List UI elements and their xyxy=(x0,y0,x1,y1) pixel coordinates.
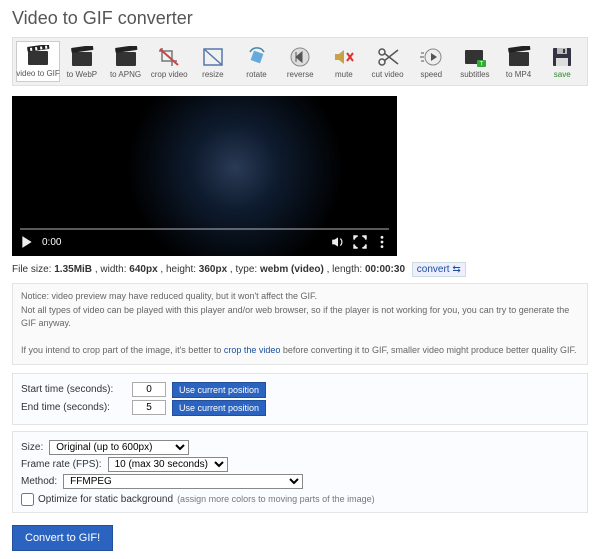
rotate-icon xyxy=(243,46,271,68)
options-panel: Size: Original (up to 600px) Frame rate … xyxy=(12,431,588,513)
tool-label: to WebP xyxy=(67,71,98,79)
svg-text:T: T xyxy=(480,62,484,68)
film-icon xyxy=(24,45,52,67)
reverse-icon xyxy=(286,46,314,68)
tool-crop-video[interactable]: crop video xyxy=(147,41,191,82)
notice-box: Notice: video preview may have reduced q… xyxy=(12,283,588,365)
speed-icon xyxy=(417,46,445,68)
tool-to-mp4[interactable]: to MP4 xyxy=(497,41,541,82)
start-time-input[interactable] xyxy=(132,382,166,397)
subtitles-icon: T xyxy=(461,46,489,68)
tool-to-apng[interactable]: to APNG xyxy=(104,41,148,82)
method-select[interactable]: FFMPEG xyxy=(63,474,303,489)
notice-line: If you intend to crop part of the image,… xyxy=(21,344,579,358)
scissors-icon xyxy=(374,46,402,68)
mute-icon xyxy=(330,46,358,68)
fps-label: Frame rate (FPS): xyxy=(21,459,102,470)
optimize-hint: (assign more colors to moving parts of t… xyxy=(177,494,375,504)
toolbar: video to GIF to WebP to APNG crop video … xyxy=(12,37,588,86)
tool-label: save xyxy=(554,71,571,79)
play-icon[interactable] xyxy=(20,235,34,249)
tool-mute[interactable]: mute xyxy=(322,41,366,82)
player-time: 0:00 xyxy=(42,237,61,248)
tool-resize[interactable]: resize xyxy=(191,41,235,82)
tool-to-webp[interactable]: to WebP xyxy=(60,41,104,82)
end-time-label: End time (seconds): xyxy=(21,402,126,413)
tool-label: reverse xyxy=(287,71,314,79)
more-icon[interactable] xyxy=(375,235,389,249)
tool-label: rotate xyxy=(246,71,266,79)
volume-icon[interactable] xyxy=(331,235,345,249)
end-time-input[interactable] xyxy=(132,400,166,415)
crop-link[interactable]: crop the video xyxy=(224,345,281,355)
tool-save[interactable]: save xyxy=(540,41,584,82)
tool-label: cut video xyxy=(372,71,404,79)
fullscreen-icon[interactable] xyxy=(353,235,367,249)
tool-video-to-gif[interactable]: video to GIF xyxy=(16,41,60,82)
tool-label: mute xyxy=(335,71,353,79)
clapper-icon xyxy=(68,46,96,68)
use-current-end-button[interactable]: Use current position xyxy=(172,400,266,416)
tool-subtitles[interactable]: T subtitles xyxy=(453,41,497,82)
video-player[interactable]: 0:00 xyxy=(12,96,397,256)
method-label: Method: xyxy=(21,476,57,487)
convert-inline-button[interactable]: convert xyxy=(412,262,466,277)
optimize-checkbox[interactable] xyxy=(21,493,34,506)
tool-label: crop video xyxy=(151,71,188,79)
fps-select[interactable]: 10 (max 30 seconds) xyxy=(108,457,228,472)
tool-reverse[interactable]: reverse xyxy=(278,41,322,82)
tool-label: to MP4 xyxy=(506,71,531,79)
file-info: File size: 1.35MiB , width: 640px , heig… xyxy=(12,262,588,277)
tool-cut-video[interactable]: cut video xyxy=(366,41,410,82)
clapper-icon xyxy=(505,46,533,68)
notice-line: Notice: video preview may have reduced q… xyxy=(21,290,579,304)
use-current-start-button[interactable]: Use current position xyxy=(172,382,266,398)
page-title: Video to GIF converter xyxy=(12,8,588,29)
tool-rotate[interactable]: rotate xyxy=(235,41,279,82)
tool-speed[interactable]: speed xyxy=(409,41,453,82)
size-select[interactable]: Original (up to 600px) xyxy=(49,440,189,455)
tool-label: to APNG xyxy=(110,71,141,79)
tool-label: subtitles xyxy=(460,71,489,79)
resize-icon xyxy=(199,46,227,68)
tool-label: speed xyxy=(420,71,442,79)
save-icon xyxy=(548,46,576,68)
notice-line: Not all types of video can be played wit… xyxy=(21,304,579,331)
tool-label: video to GIF xyxy=(16,70,60,78)
clapper-icon xyxy=(112,46,140,68)
size-label: Size: xyxy=(21,442,43,453)
crop-icon xyxy=(155,46,183,68)
tool-label: resize xyxy=(202,71,223,79)
time-panel: Start time (seconds): Use current positi… xyxy=(12,373,588,425)
convert-button[interactable]: Convert to GIF! xyxy=(12,525,113,551)
start-time-label: Start time (seconds): xyxy=(21,384,126,395)
player-controls: 0:00 xyxy=(12,228,397,256)
optimize-label: Optimize for static background xyxy=(38,494,173,505)
